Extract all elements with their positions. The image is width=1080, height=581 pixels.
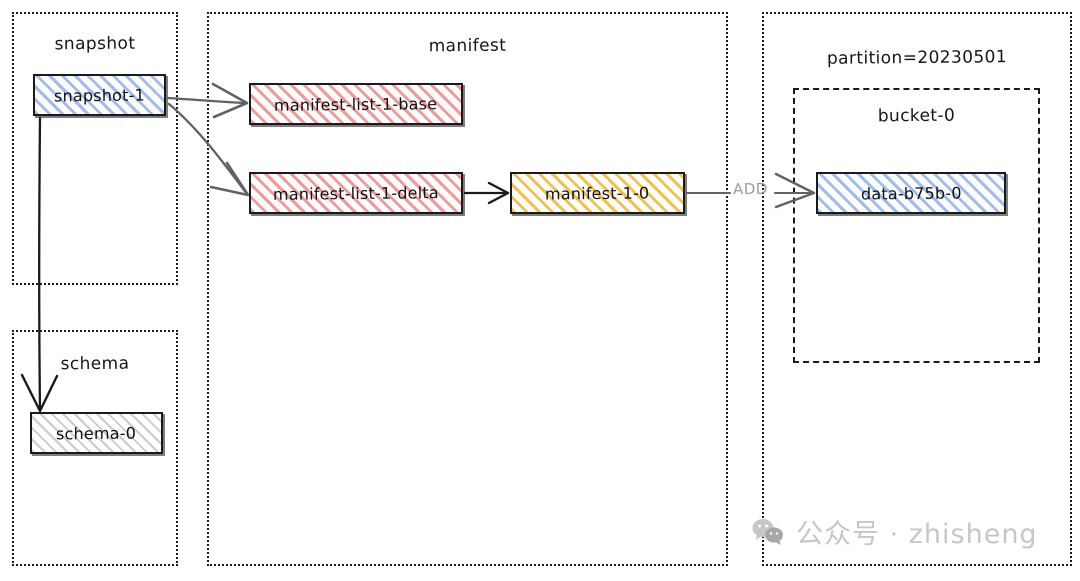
- node-schema-0-label: schema-0: [56, 423, 137, 443]
- node-manifest-1-0-label: manifest-1-0: [545, 182, 650, 204]
- group-bucket-title: bucket-0: [877, 105, 956, 127]
- diagram-canvas: snapshot schema manifest partition=20230…: [0, 0, 1080, 581]
- group-schema-title: schema: [60, 353, 130, 375]
- group-bucket: bucket-0: [793, 88, 1040, 363]
- node-snapshot-1[interactable]: snapshot-1: [33, 74, 166, 116]
- node-schema-0[interactable]: schema-0: [30, 412, 163, 454]
- node-manifest-list-1-delta[interactable]: manifest-list-1-delta: [249, 172, 463, 214]
- node-data-b75b-0[interactable]: data-b75b-0: [816, 172, 1006, 214]
- node-snapshot-1-label: snapshot-1: [53, 85, 146, 105]
- node-manifest-1-0[interactable]: manifest-1-0: [510, 172, 685, 214]
- group-partition-title: partition=20230501: [826, 47, 1008, 69]
- group-snapshot: snapshot: [12, 12, 178, 285]
- node-data-b75b-0-label: data-b75b-0: [860, 182, 962, 204]
- wechat-icon: [752, 517, 786, 547]
- watermark-text: 公众号 · zhisheng: [796, 519, 1038, 550]
- group-snapshot-title: snapshot: [54, 33, 136, 55]
- edge-label-add: ADD: [732, 179, 769, 199]
- group-manifest-title: manifest: [428, 35, 507, 57]
- node-manifest-list-1-base[interactable]: manifest-list-1-base: [249, 83, 463, 125]
- watermark: 公众号 · zhisheng: [752, 512, 1038, 551]
- node-manifest-list-1-base-label: manifest-list-1-base: [274, 93, 438, 115]
- node-manifest-list-1-delta-label: manifest-list-1-delta: [272, 182, 439, 204]
